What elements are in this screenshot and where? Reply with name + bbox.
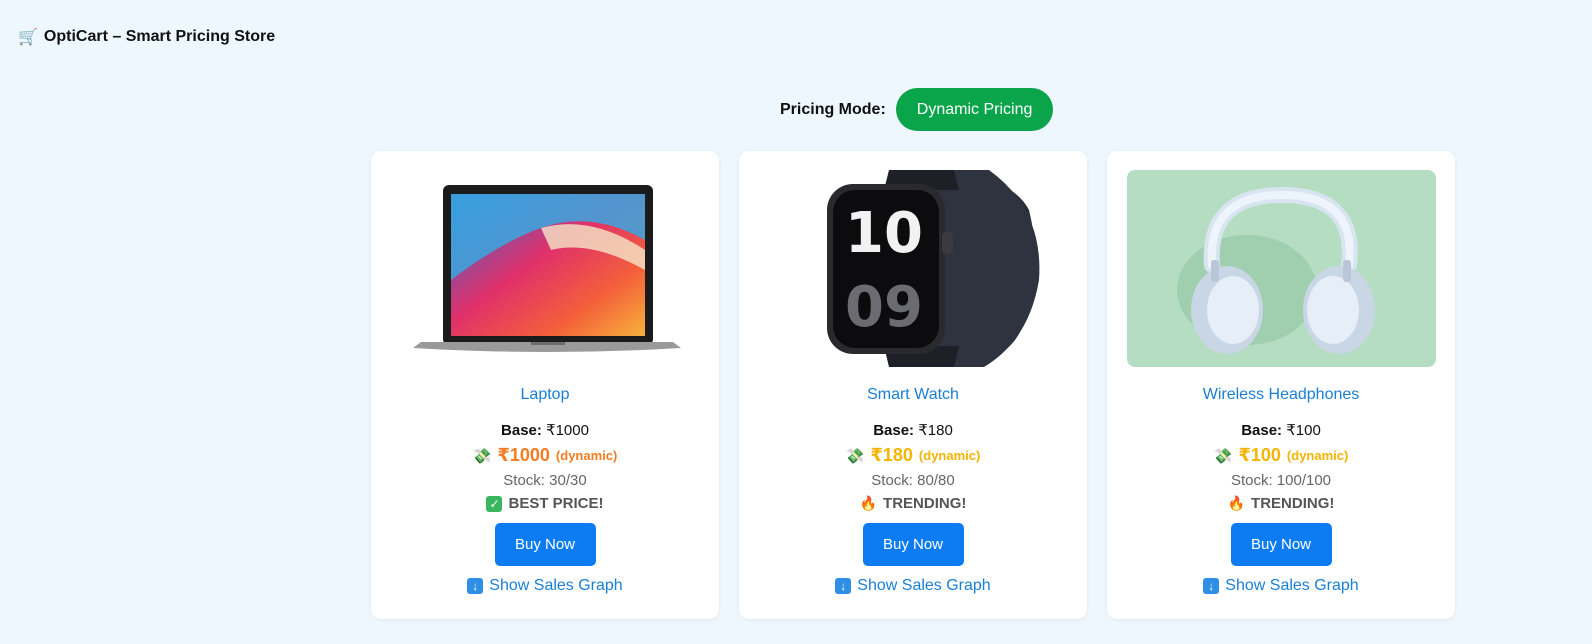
- status-badge: 🔥 TRENDING!: [860, 495, 967, 512]
- show-sales-graph-link[interactable]: ↓ Show Sales Graph: [1203, 577, 1359, 595]
- base-price: Base: ₹1000: [501, 421, 589, 439]
- fire-icon: 🔥: [859, 495, 878, 511]
- status-badge-label: BEST PRICE!: [508, 495, 604, 512]
- product-name[interactable]: Wireless Headphones: [1203, 386, 1360, 404]
- stock-count: Stock: 30/30: [503, 472, 587, 489]
- base-price-value: ₹100: [1286, 422, 1321, 439]
- fire-icon: 🔥: [1227, 495, 1246, 511]
- show-sales-graph-label: Show Sales Graph: [1225, 577, 1359, 594]
- pricing-mode-toggle-button[interactable]: Dynamic Pricing: [895, 88, 1054, 131]
- buy-now-button[interactable]: Buy Now: [862, 523, 964, 566]
- price-value: ₹180: [870, 445, 913, 465]
- base-price-label: Base:: [1241, 422, 1283, 439]
- show-sales-graph-label: Show Sales Graph: [857, 577, 991, 594]
- check-icon: ✓: [486, 495, 503, 512]
- arrow-down-icon: ↓: [467, 578, 484, 594]
- arrow-down-icon: ↓: [1203, 578, 1220, 594]
- money-icon: 💸: [1213, 447, 1233, 465]
- laptop-image: [390, 170, 700, 367]
- price-tag: (dynamic): [555, 448, 618, 463]
- money-icon: 💸: [472, 447, 492, 465]
- svg-text:09: 09: [845, 275, 923, 340]
- price-value: ₹1000: [497, 445, 550, 465]
- base-price-value: ₹180: [918, 422, 953, 439]
- buy-now-button[interactable]: Buy Now: [494, 523, 596, 566]
- headphones-image: [1126, 170, 1436, 367]
- product-name[interactable]: Laptop: [521, 386, 570, 404]
- product-card-laptop: Laptop Base: ₹1000 💸 ₹1000 (dynamic) Sto…: [371, 151, 719, 619]
- arrow-down-icon: ↓: [835, 578, 852, 594]
- show-sales-graph-label: Show Sales Graph: [489, 577, 623, 594]
- dynamic-price: 💸 ₹100 (dynamic): [1214, 445, 1349, 466]
- status-badge-label: TRENDING!: [1251, 495, 1335, 512]
- base-price-label: Base:: [873, 422, 915, 439]
- smart-watch-image: 10 09: [758, 170, 1068, 367]
- price-tag: (dynamic): [1286, 448, 1349, 463]
- base-price-value: ₹1000: [546, 422, 589, 439]
- base-price: Base: ₹100: [1241, 421, 1321, 439]
- stock-count: Stock: 80/80: [871, 472, 955, 489]
- price-tag: (dynamic): [918, 448, 981, 463]
- product-name[interactable]: Smart Watch: [867, 386, 959, 404]
- buy-now-button[interactable]: Buy Now: [1230, 523, 1332, 566]
- cart-icon: 🛒: [18, 29, 38, 46]
- price-value: ₹100: [1238, 445, 1281, 465]
- show-sales-graph-link[interactable]: ↓ Show Sales Graph: [835, 577, 991, 595]
- product-grid: Laptop Base: ₹1000 💸 ₹1000 (dynamic) Sto…: [371, 151, 1455, 619]
- base-price: Base: ₹180: [873, 421, 953, 439]
- show-sales-graph-link[interactable]: ↓ Show Sales Graph: [467, 577, 623, 595]
- money-icon: 💸: [845, 447, 865, 465]
- pricing-mode-label: Pricing Mode:: [780, 100, 886, 118]
- status-badge: ✓ BEST PRICE!: [486, 495, 604, 512]
- brand: 🛒 OptiCart – Smart Pricing Store: [18, 27, 275, 47]
- svg-text:10: 10: [845, 201, 923, 266]
- product-card-smart-watch: 10 09 Smart Watch Base: ₹180 💸 ₹180 (dyn…: [739, 151, 1087, 619]
- status-badge-label: TRENDING!: [883, 495, 967, 512]
- dynamic-price: 💸 ₹1000 (dynamic): [473, 445, 618, 466]
- dynamic-price: 💸 ₹180 (dynamic): [846, 445, 981, 466]
- brand-title: OptiCart – Smart Pricing Store: [43, 28, 276, 45]
- product-card-wireless-headphones: Wireless Headphones Base: ₹100 💸 ₹100 (d…: [1107, 151, 1455, 619]
- base-price-label: Base:: [501, 422, 542, 439]
- pricing-mode-row: Pricing Mode: Dynamic Pricing: [780, 88, 1054, 131]
- stock-count: Stock: 100/100: [1230, 472, 1332, 489]
- status-badge: 🔥 TRENDING!: [1228, 495, 1335, 512]
